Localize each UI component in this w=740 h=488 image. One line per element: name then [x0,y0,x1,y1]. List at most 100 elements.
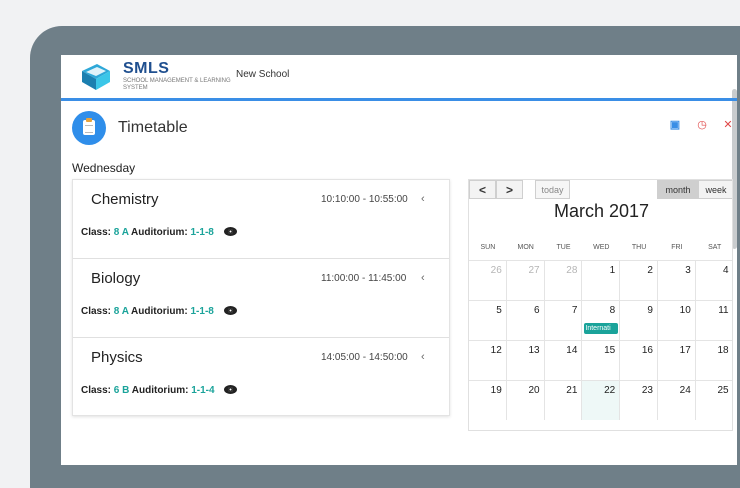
lesson-info: Class: 6 B Auditorium: 1-1-4 [81,384,238,396]
day-number: 24 [679,385,691,396]
lesson-card[interactable]: Physics 14:05:00 - 14:50:00 ‹ Class: 6 B… [73,338,449,417]
school-name[interactable]: New School [236,69,289,80]
eye-icon[interactable] [223,305,237,315]
calendar-day-cell[interactable]: 14 [544,340,583,380]
calendar-event[interactable]: Internati [584,323,619,334]
day-number: 25 [717,385,729,396]
calendar-day-cell[interactable]: 3 [658,260,696,300]
day-number: 23 [641,385,653,396]
day-number: 16 [641,345,653,356]
calendar-day-cell[interactable]: 24 [658,380,696,420]
lesson-name: Biology [91,270,141,287]
day-number: 17 [679,345,691,356]
clipboard-icon [72,111,106,145]
day-number: 10 [679,305,691,316]
day-number: 7 [571,305,578,316]
week-view-button[interactable]: week [698,180,732,199]
day-number: 1 [609,265,616,276]
close-icon[interactable]: ✕ [721,118,735,132]
day-number: 21 [566,385,578,396]
calendar-day-cell[interactable]: 17 [658,340,696,380]
calendar-day-cell[interactable]: 2 [620,260,658,300]
class-value: 8 A [113,227,129,238]
day-number: 12 [490,345,502,356]
day-number: 18 [717,345,729,356]
day-number: 27 [528,265,540,276]
logo-title: SMLS [123,60,170,77]
auditorium-value: 1-1-4 [191,385,215,396]
calendar-day-cell[interactable]: 12 [469,340,507,380]
weekday-label: THU [631,244,647,251]
calendar-day-cell[interactable]: 19 [469,380,507,420]
chevron-left-icon[interactable]: ‹ [421,272,425,284]
weekday-label: WED [593,244,610,251]
calendar-day-cell[interactable]: 15 [582,340,621,380]
day-number: 2 [647,265,653,276]
calendar-title: March 2017 [554,201,650,221]
lesson-info: Class: 8 A Auditorium: 1-1-8 [81,305,237,317]
calendar-day-cell[interactable]: 7 [544,300,583,340]
calendar-day-cell[interactable]: 18 [695,340,732,380]
calendar-day-cell[interactable]: 21 [544,380,583,420]
calendar-day-cell[interactable]: 27 [506,260,545,300]
lesson-info: Class: 8 A Auditorium: 1-1-8 [81,226,237,238]
auditorium-value: 1-1-8 [190,306,214,317]
calendar-day-cell[interactable]: 6 [506,300,545,340]
top-bar: SMLS SCHOOL MANAGEMENT & LEARNING SYSTEM… [61,55,737,101]
calendar-day-cell[interactable]: 23 [620,380,658,420]
day-number: 8 [609,305,616,316]
clock-icon[interactable]: ◷ [695,118,709,132]
day-number: 6 [534,305,540,316]
calendar-day-cell[interactable]: 10 [658,300,696,340]
calendar-icon[interactable]: ▣ [668,118,682,132]
auditorium-value: 1-1-8 [190,227,214,238]
month-view-button[interactable]: month [657,180,699,199]
eye-icon[interactable] [224,384,238,394]
calendar-day-cell[interactable]: 8 Internati [582,300,621,340]
auditorium-label: Auditorium: [131,385,189,396]
prev-month-button[interactable]: < [469,180,496,199]
book-logo-icon [82,64,110,90]
calendar-day-cell[interactable]: 1 [582,260,621,300]
lesson-card[interactable]: Biology 11:00:00 - 11:45:00 ‹ Class: 8 A… [73,259,449,338]
calendar-day-cell[interactable]: 28 [544,260,583,300]
class-label: Class: [81,227,112,238]
lesson-list: Chemistry 10:10:00 - 10:55:00 ‹ Class: 8… [72,179,450,416]
month-calendar: < > today month week March 2017 SUN MON TU… [468,179,733,431]
calendar-day-cell[interactable]: 16 [620,340,658,380]
calendar-day-cell[interactable]: 25 [695,380,732,420]
chevron-left-icon[interactable]: ‹ [421,193,425,205]
day-number: 22 [604,385,616,396]
day-number: 9 [647,305,653,316]
calendar-day-cell[interactable]: 13 [506,340,545,380]
lesson-name: Physics [91,349,143,366]
weekday-label: TUE [556,244,571,251]
eye-icon[interactable] [223,226,237,236]
today-button[interactable]: today [535,180,570,199]
calendar-day-cell[interactable]: 20 [506,380,545,420]
lesson-time: 10:10:00 - 10:55:00 [321,194,408,205]
day-number: 13 [528,345,540,356]
calendar-day-cell[interactable]: 5 [469,300,507,340]
calendar-day-cell[interactable]: 9 [620,300,658,340]
day-number: 4 [723,265,729,276]
lesson-time: 11:00:00 - 11:45:00 [321,273,407,284]
logo-subtitle: SCHOOL MANAGEMENT & LEARNING SYSTEM [123,78,231,91]
lesson-card[interactable]: Chemistry 10:10:00 - 10:55:00 ‹ Class: 8… [73,180,449,259]
page-title: Timetable [118,119,188,136]
auditorium-label: Auditorium: [131,306,188,317]
chevron-left-icon[interactable]: ‹ [421,351,425,363]
day-number: 26 [490,265,502,276]
class-value: 8 A [113,306,129,317]
day-number: 5 [496,305,502,316]
calendar-day-cell[interactable]: 11 [695,300,732,340]
next-month-button[interactable]: > [496,180,523,199]
calendar-day-cell[interactable]: 26 [469,260,507,300]
app-screen: SMLS SCHOOL MANAGEMENT & LEARNING SYSTEM… [61,55,737,465]
day-number: 19 [490,385,502,396]
day-number: 20 [528,385,540,396]
class-label: Class: [81,306,112,317]
calendar-day-cell[interactable]: 4 [695,260,732,300]
calendar-day-cell[interactable]: 22 [582,380,621,420]
day-heading: Wednesday [72,161,136,175]
